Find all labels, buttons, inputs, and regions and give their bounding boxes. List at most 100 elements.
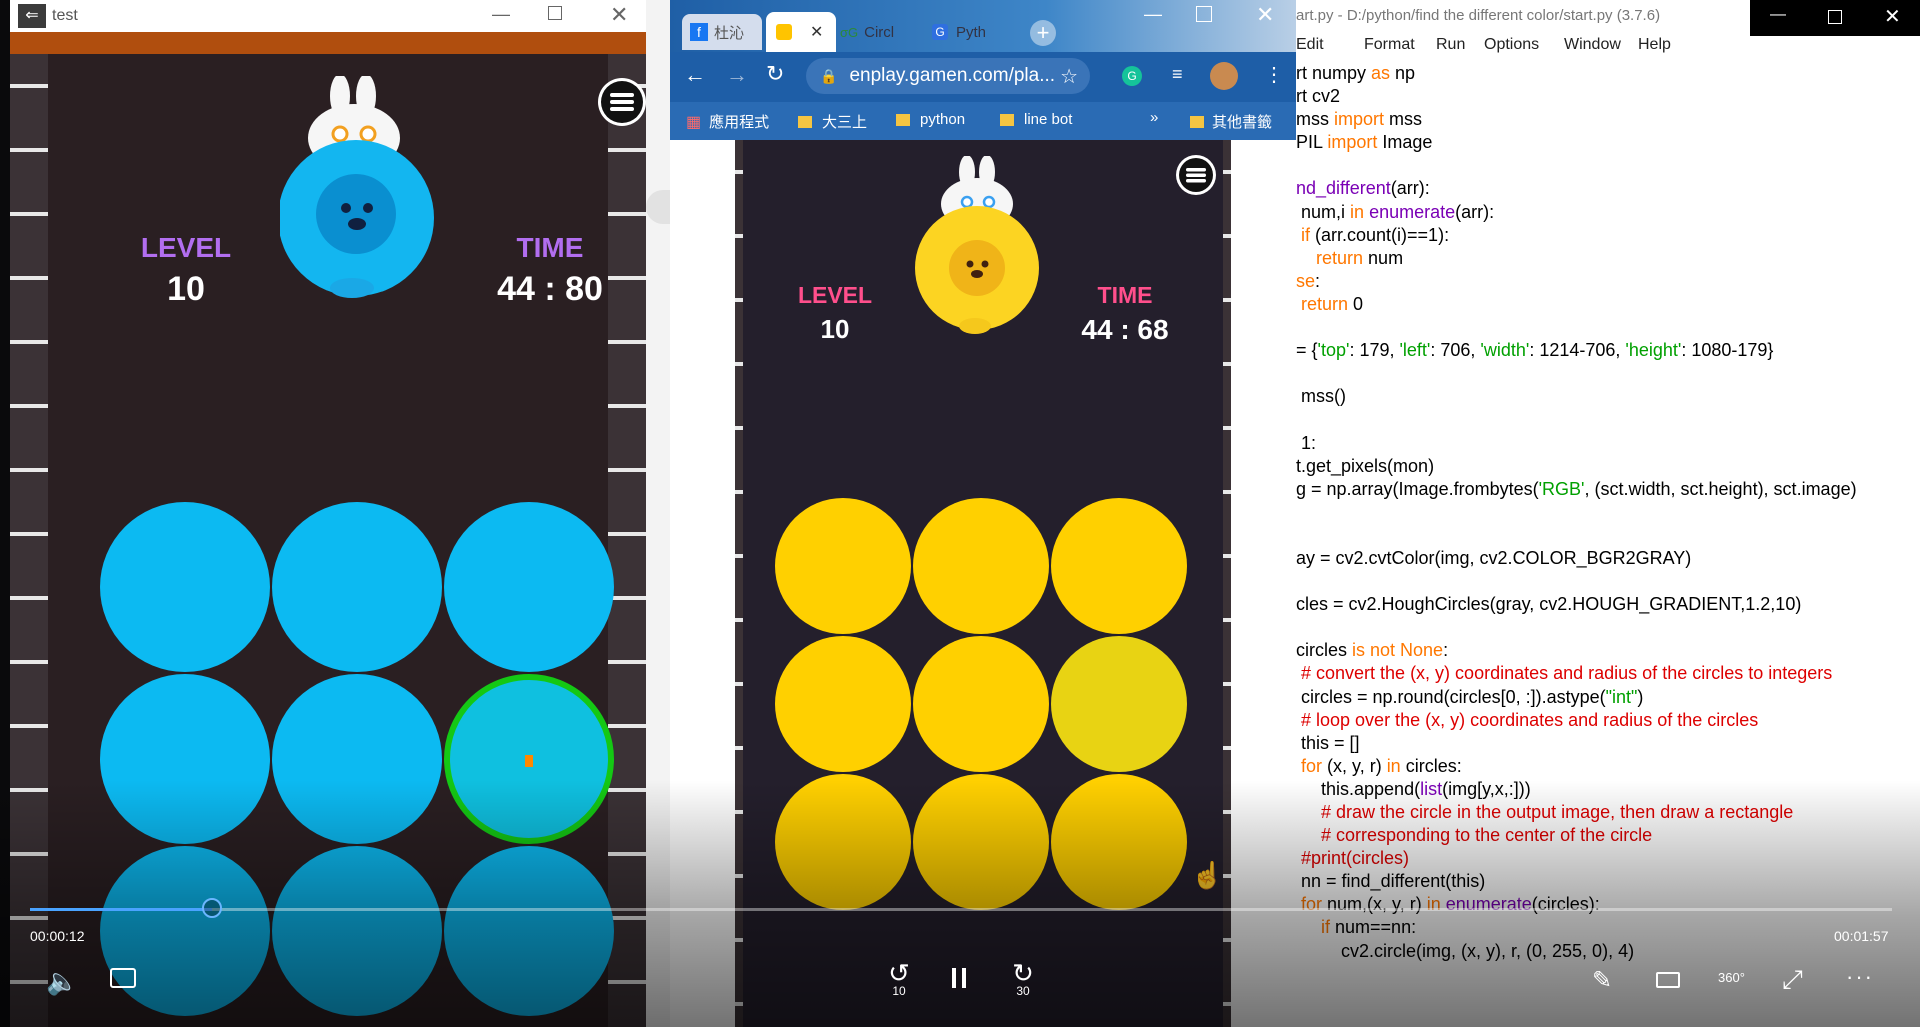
bookmark-folder-3[interactable]: line bot — [1000, 111, 1072, 128]
code-token: in — [1386, 755, 1401, 776]
level-value: 10 — [820, 314, 850, 344]
restore-icon[interactable] — [1828, 10, 1842, 24]
close-icon[interactable]: ✕ — [610, 2, 628, 28]
editor-title: art.py - D:/python/find the different co… — [1296, 7, 1661, 24]
game-circle[interactable] — [1051, 498, 1187, 634]
code-token: (x, y, r) — [1322, 755, 1387, 776]
game-circle[interactable] — [100, 502, 270, 672]
url-text: enplay.gamen.com/pla... — [849, 65, 1056, 86]
minimize-icon[interactable]: — — [1770, 6, 1786, 24]
tab-python[interactable]: G Pyth — [932, 14, 1018, 50]
level-label: LEVEL — [797, 282, 873, 308]
tab-circle[interactable]: σG Circl — [840, 14, 926, 50]
window-controls: — ✕ — [1750, 0, 1920, 36]
code-token: "int" — [1605, 686, 1638, 707]
code-line: if (arr.count(i)==1): — [1296, 224, 1920, 247]
tab-site-icon: σG — [840, 24, 859, 40]
editor-menubar: Edit Format Run Options Window Help — [1296, 36, 1920, 60]
code-token: = { — [1296, 340, 1318, 361]
bookmarks-overflow-button[interactable]: » — [1150, 109, 1158, 126]
reload-icon[interactable]: ↻ — [766, 61, 784, 87]
bookmark-folder-2[interactable]: python — [896, 111, 965, 128]
time-label: TIME — [516, 232, 584, 263]
game-circle[interactable] — [913, 636, 1049, 772]
bookmark-star-icon[interactable]: ☆ — [1060, 64, 1078, 89]
seek-thumb[interactable] — [202, 898, 223, 918]
tab-close-icon[interactable]: ✕ — [810, 22, 823, 42]
game-circle[interactable] — [444, 502, 614, 672]
new-tab-button[interactable]: + — [1030, 20, 1056, 46]
maximize-icon[interactable] — [548, 6, 562, 20]
menu-options[interactable]: Options — [1484, 36, 1539, 54]
fullscreen-icon[interactable]: ⤢ — [1782, 964, 1803, 996]
code-token: : 1214-706, — [1529, 340, 1626, 361]
menu-help[interactable]: Help — [1638, 36, 1671, 54]
bookmark-folder-1[interactable]: 大三上 — [798, 111, 867, 132]
more-options-icon[interactable]: ··· — [1846, 964, 1874, 990]
menu-run[interactable]: Run — [1436, 36, 1465, 54]
code-token: # loop over the (x, y) coordinates and r… — [1296, 709, 1759, 730]
volume-icon[interactable]: 🔈 — [46, 966, 78, 997]
media-queue-icon[interactable]: ≡ — [1172, 64, 1183, 85]
close-icon[interactable]: ✕ — [1256, 2, 1274, 28]
maximize-icon[interactable] — [1196, 6, 1212, 22]
hamburger-menu-button[interactable] — [598, 78, 646, 126]
grammarly-icon[interactable]: G — [1122, 66, 1142, 86]
bookmark-label: 其他書籤 — [1212, 114, 1273, 131]
code-token: mss — [1384, 109, 1423, 130]
address-bar[interactable]: 🔒 enplay.gamen.com/pla... ☆ — [806, 58, 1090, 94]
mini-player-icon[interactable] — [1656, 972, 1680, 988]
pause-button[interactable] — [952, 968, 968, 992]
menu-edit[interactable]: Edit — [1296, 36, 1324, 54]
odd-circle[interactable] — [1051, 636, 1187, 772]
forward-icon[interactable]: → — [726, 62, 748, 88]
bookmark-apps[interactable]: ▦ 應用程式 — [686, 111, 769, 132]
code-line: return 0 — [1296, 293, 1920, 316]
game-circle[interactable] — [913, 498, 1049, 634]
tab-active[interactable]: ✕ — [766, 12, 836, 52]
code-line: rt cv2 — [1296, 85, 1920, 108]
vr-360-icon[interactable]: 360° — [1718, 970, 1745, 985]
yellow-character-mascot — [915, 156, 1045, 336]
bookmark-other[interactable]: 其他書籤 — [1190, 111, 1272, 132]
game-circle[interactable] — [775, 636, 911, 772]
menu-window[interactable]: Window — [1564, 36, 1621, 54]
captions-icon[interactable] — [110, 968, 136, 988]
pause-icon — [962, 968, 966, 988]
more-menu-icon[interactable]: ⋮ — [1264, 62, 1284, 87]
minimize-icon[interactable]: — — [1144, 4, 1162, 25]
game-favicon-icon — [776, 24, 792, 40]
forward-icon: ↻ — [1012, 958, 1034, 988]
tab-label: Circl — [864, 23, 895, 41]
menu-format[interactable]: Format — [1364, 36, 1415, 54]
back-icon[interactable]: ← — [684, 62, 706, 88]
level-label: LEVEL — [140, 232, 232, 263]
folder-icon — [798, 115, 812, 128]
game-circle[interactable] — [272, 502, 442, 672]
forward-30-button[interactable]: ↻ 30 — [1006, 958, 1040, 998]
tab-site-icon: G — [932, 24, 948, 40]
close-icon[interactable]: ✕ — [1884, 4, 1901, 29]
code-token: import — [1334, 109, 1385, 130]
folder-icon — [1000, 113, 1014, 126]
code-token: 'RGB' — [1538, 478, 1585, 499]
bookmark-label: 大三上 — [822, 114, 868, 131]
pen-icon[interactable]: ✎ — [1592, 966, 1612, 995]
seek-track[interactable] — [30, 908, 1892, 911]
code-token: this = [] — [1296, 732, 1360, 753]
hamburger-menu-button[interactable] — [1175, 154, 1217, 196]
tab-facebook[interactable]: f 杜沁 — [682, 14, 762, 50]
code-token: : 1080-179} — [1681, 340, 1774, 361]
game-circle[interactable] — [775, 498, 911, 634]
avatar[interactable] — [1210, 62, 1238, 90]
code-token: cles = cv2.HoughCircles(gray, cv2.HOUGH_… — [1296, 594, 1802, 615]
code-token: PIL — [1296, 132, 1328, 153]
minimize-icon[interactable]: — — [492, 4, 510, 25]
back-arrow-icon[interactable]: ⇐ — [18, 4, 46, 28]
code-line: = {'top': 179, 'left': 706, 'width': 121… — [1296, 339, 1920, 362]
rewind-10-button[interactable]: ↺ 10 — [882, 960, 916, 998]
code-token: rt numpy — [1296, 63, 1372, 83]
code-line: nd_different(arr): — [1296, 177, 1920, 200]
